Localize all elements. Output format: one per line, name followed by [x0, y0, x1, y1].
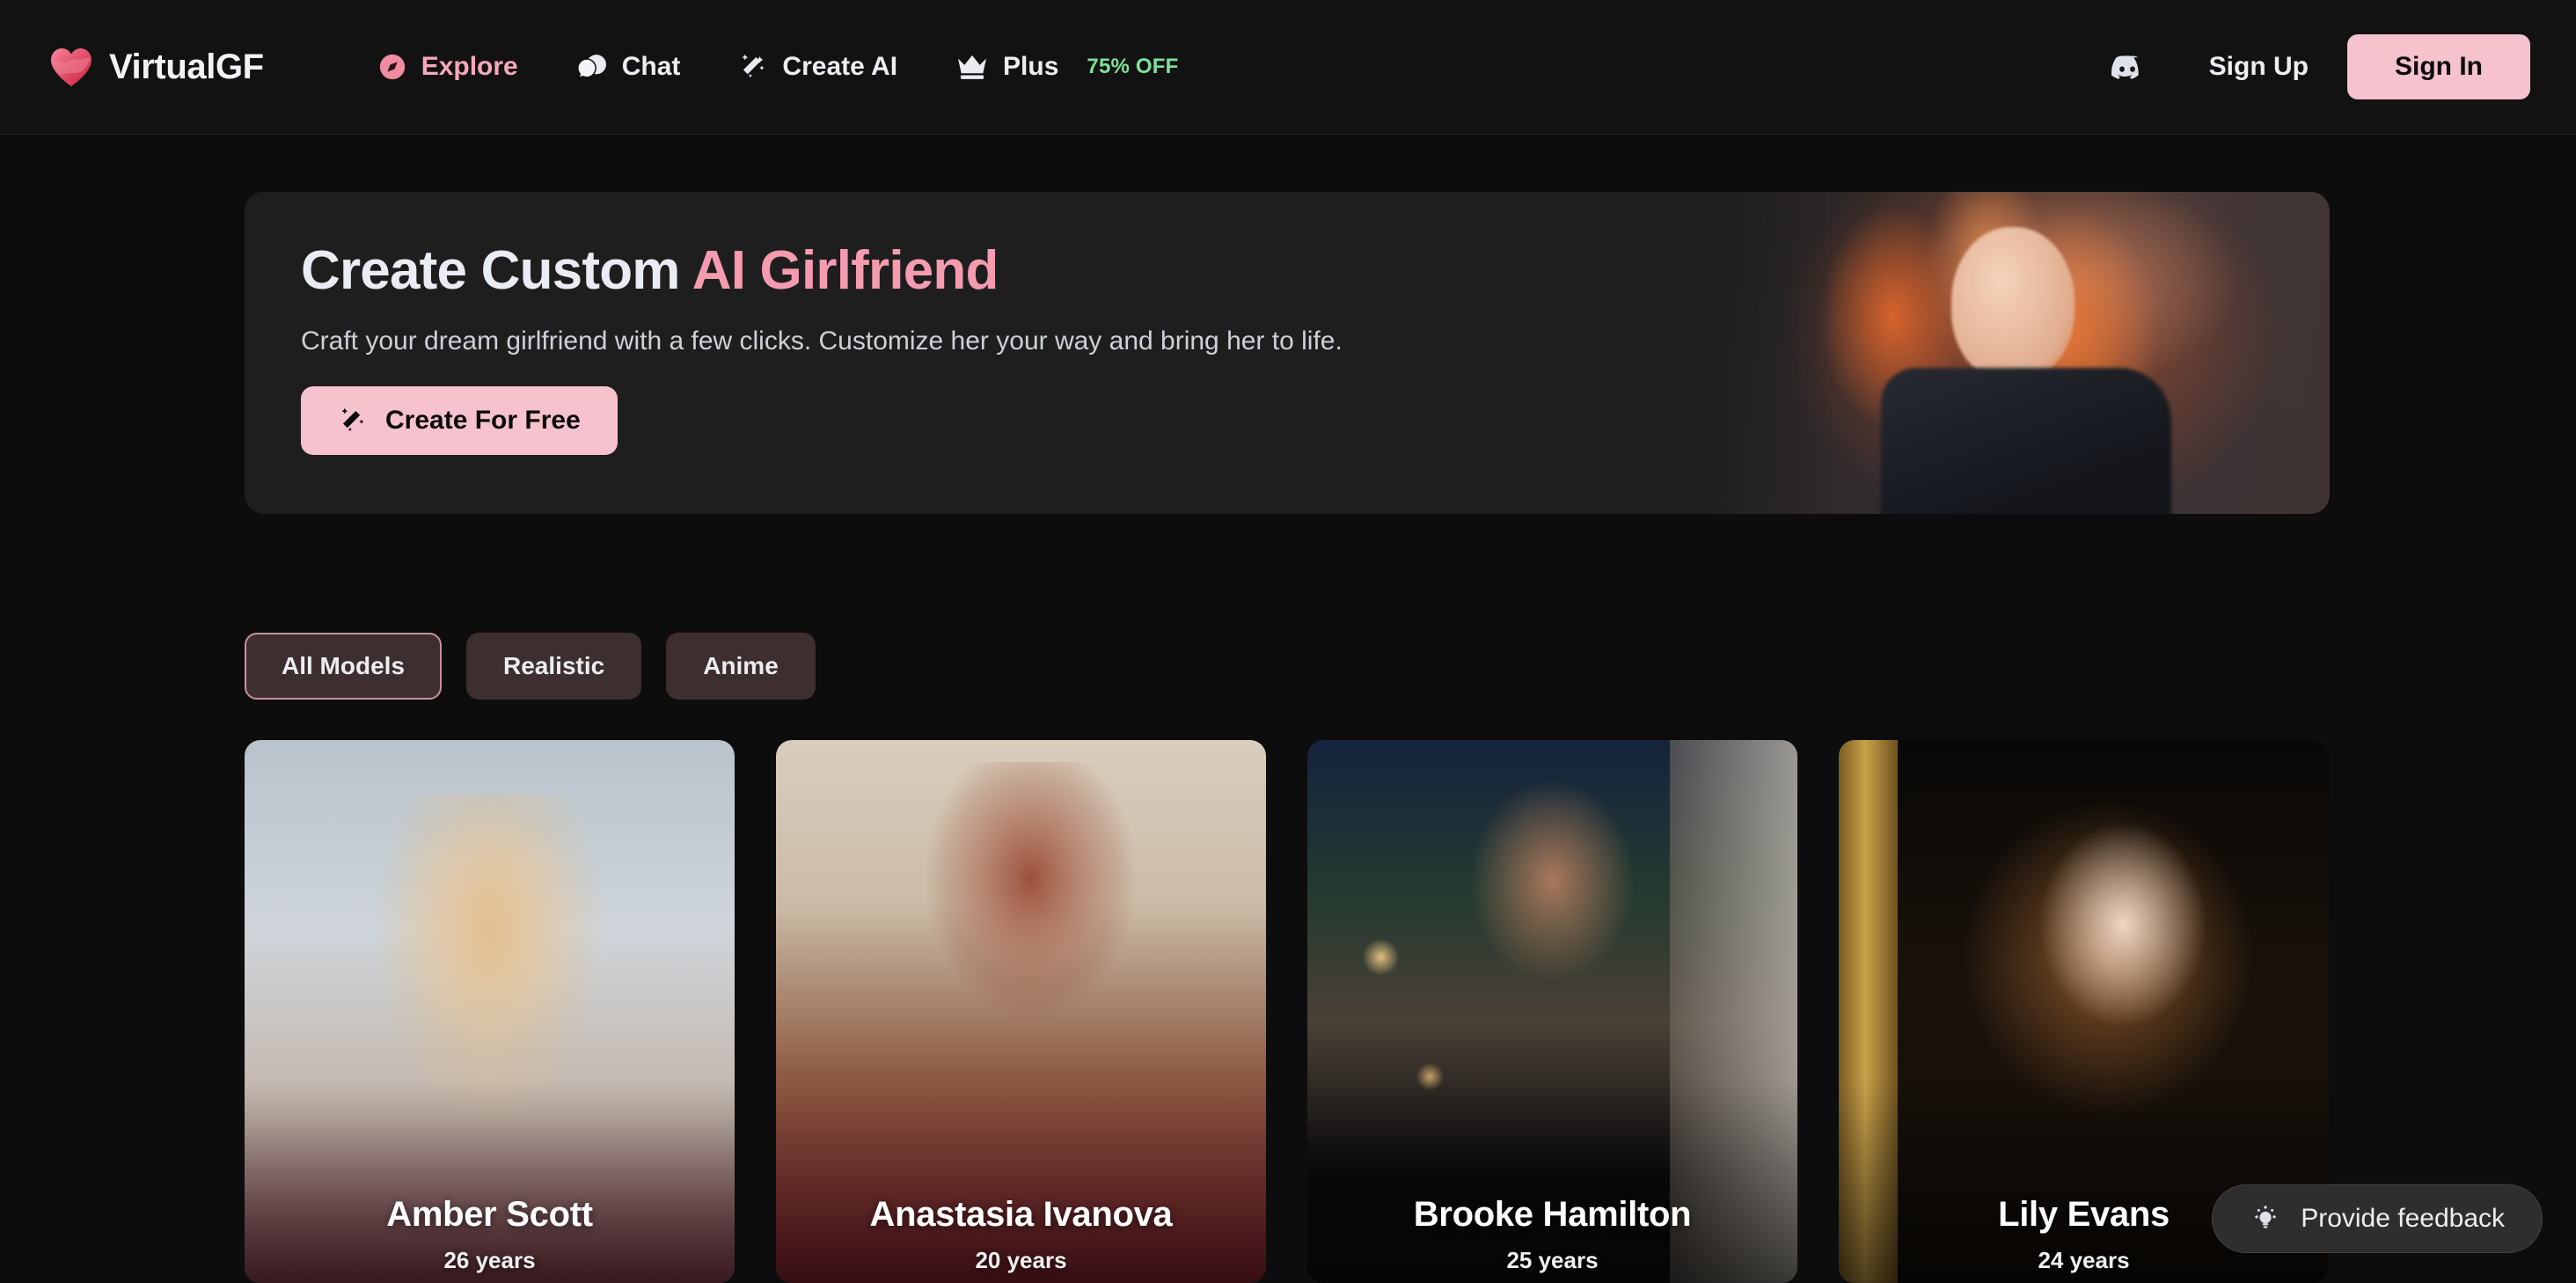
hero-illustration [1661, 192, 2330, 514]
filter-anime[interactable]: Anime [666, 633, 816, 700]
discord-link[interactable] [2084, 54, 2170, 80]
hero-title: Create Custom AI Girlfriend [301, 239, 1343, 302]
model-caption: Brooke Hamilton 25 years [1307, 1195, 1797, 1274]
hero-content: Create Custom AI Girlfriend Craft your d… [301, 192, 1343, 455]
nav-label-explore: Explore [421, 52, 518, 81]
nav-label-chat: Chat [621, 52, 681, 81]
model-age: 20 years [975, 1247, 1067, 1273]
compass-icon [377, 52, 407, 82]
discord-icon [2111, 54, 2144, 80]
model-name: Brooke Hamilton [1413, 1195, 1692, 1234]
model-card[interactable]: Anastasia Ivanova 20 years [776, 740, 1266, 1283]
filter-realistic[interactable]: Realistic [466, 633, 642, 700]
nav-item-create-ai[interactable]: Create AI [709, 52, 926, 82]
brand-logo-link[interactable]: VirtualGF [49, 47, 264, 87]
chat-bubble-icon [576, 52, 608, 82]
model-card[interactable]: Brooke Hamilton 25 years [1307, 740, 1797, 1283]
hero-title-accent: AI Girlfriend [692, 240, 999, 301]
model-caption: Amber Scott 26 years [245, 1195, 735, 1274]
create-for-free-label: Create For Free [385, 406, 581, 435]
create-for-free-button[interactable]: Create For Free [301, 386, 618, 455]
model-name: Anastasia Ivanova [869, 1195, 1173, 1234]
sign-in-button[interactable]: Sign In [2347, 34, 2530, 99]
hero-illustration-face [1951, 227, 2075, 381]
model-age: 25 years [1506, 1247, 1599, 1273]
hero-banner: Create Custom AI Girlfriend Craft your d… [245, 192, 2330, 514]
main-nav: Explore Chat Create AI Plus 75% OFF [348, 52, 1208, 82]
sign-up-link[interactable]: Sign Up [2170, 52, 2347, 82]
nav-label-plus: Plus [1003, 52, 1059, 81]
heart-logo-icon [49, 47, 93, 87]
hero-subtitle: Craft your dream girlfriend with a few c… [301, 326, 1343, 356]
brand-name: VirtualGF [109, 47, 264, 86]
nav-item-explore[interactable]: Explore [348, 52, 547, 82]
nav-item-plus[interactable]: Plus 75% OFF [926, 52, 1207, 82]
plus-discount-badge: 75% OFF [1087, 55, 1179, 78]
provide-feedback-label: Provide feedback [2301, 1204, 2505, 1233]
model-grid: Amber Scott 26 years Anastasia Ivanova 2… [245, 740, 2330, 1283]
filter-all-models[interactable]: All Models [245, 633, 443, 700]
lightbulb-icon [2250, 1203, 2281, 1235]
header-actions: Sign Up Sign In [2084, 34, 2530, 99]
magic-wand-icon [738, 52, 768, 82]
model-name: Amber Scott [386, 1195, 593, 1234]
provide-feedback-button[interactable]: Provide feedback [2212, 1184, 2543, 1253]
nav-item-chat[interactable]: Chat [547, 52, 710, 82]
nav-label-create-ai: Create AI [782, 52, 898, 81]
model-filters: All Models Realistic Anime [245, 633, 816, 700]
model-age: 26 years [443, 1247, 536, 1273]
top-header: VirtualGF Explore Chat Create AI Plus 75… [0, 0, 2576, 135]
hero-illustration-torso [1881, 368, 2171, 514]
model-caption: Anastasia Ivanova 20 years [776, 1195, 1266, 1274]
magic-wand-icon [338, 406, 368, 436]
hero-title-plain: Create Custom [301, 240, 692, 301]
crown-icon [955, 53, 989, 81]
model-card[interactable]: Amber Scott 26 years [245, 740, 735, 1283]
